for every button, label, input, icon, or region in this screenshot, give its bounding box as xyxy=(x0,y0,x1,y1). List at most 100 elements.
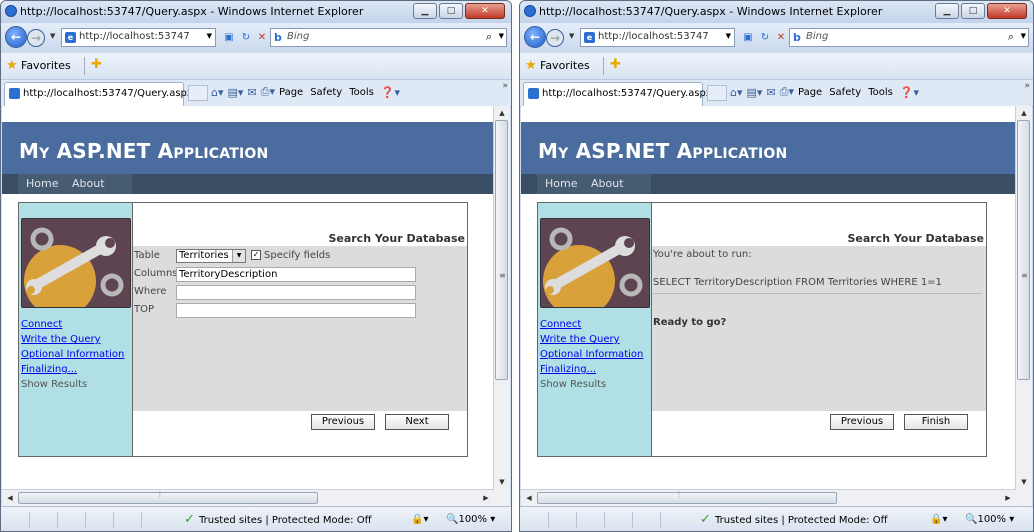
home-icon[interactable]: ⌂▾ xyxy=(730,86,743,99)
horizontal-scrollbar[interactable]: ◀ ⦙ ▶ xyxy=(521,489,1016,507)
page-menu[interactable]: Page xyxy=(798,87,822,98)
close-button[interactable]: ✕ xyxy=(465,3,505,19)
page-menu[interactable]: Page xyxy=(279,87,303,98)
zoom-level[interactable]: 🔍100% ▾ xyxy=(965,514,1014,525)
security-lock-icon[interactable]: 🔒▾ xyxy=(930,514,947,525)
scroll-up-icon[interactable]: ▲ xyxy=(1016,106,1032,120)
search-dropdown-icon[interactable]: ▼ xyxy=(499,32,504,40)
vertical-scroll-thumb[interactable]: ≡ xyxy=(495,120,508,380)
step-finalizing[interactable]: Finalizing... xyxy=(21,364,77,375)
print-icon[interactable]: ⎙▾ xyxy=(780,85,794,99)
step-optional-info[interactable]: Optional Information xyxy=(21,349,124,360)
finish-button[interactable]: Finish xyxy=(904,414,968,430)
tools-menu[interactable]: Tools xyxy=(868,87,893,98)
zoom-level[interactable]: 🔍100% ▾ xyxy=(446,514,495,525)
chevron-right-icon[interactable]: » xyxy=(502,81,508,91)
step-optional-info[interactable]: Optional Information xyxy=(540,349,643,360)
feeds-icon[interactable]: ▤▾ xyxy=(228,86,244,99)
compatibility-icon[interactable]: ▣ xyxy=(220,29,238,47)
forward-button[interactable]: → xyxy=(27,29,45,47)
next-button[interactable]: Next xyxy=(385,414,449,430)
menu-home[interactable]: Home xyxy=(545,177,577,190)
columns-input[interactable]: TerritoryDescription xyxy=(176,267,416,282)
scroll-left-icon[interactable]: ◀ xyxy=(521,490,537,507)
scroll-down-icon[interactable]: ▼ xyxy=(1016,475,1032,489)
security-lock-icon[interactable]: 🔒▾ xyxy=(411,514,428,525)
horizontal-scroll-thumb[interactable]: ⦙ xyxy=(537,490,837,504)
scroll-down-icon[interactable]: ▼ xyxy=(494,475,510,489)
tab-current[interactable]: http://localhost:53747/Query.aspx xyxy=(4,82,193,106)
mail-icon[interactable]: ✉ xyxy=(766,86,775,99)
address-text[interactable]: http://localhost:53747 xyxy=(79,31,190,42)
stop-icon[interactable]: ✕ xyxy=(253,29,271,47)
stop-icon[interactable]: ✕ xyxy=(772,29,790,47)
where-input[interactable] xyxy=(176,285,416,300)
safety-menu[interactable]: Safety xyxy=(829,87,861,98)
vertical-scrollbar[interactable]: ▲ ≡ ▼ xyxy=(493,106,510,489)
step-connect[interactable]: Connect xyxy=(540,319,581,330)
add-favorites-icon[interactable]: ✚ xyxy=(91,57,102,72)
safety-menu[interactable]: Safety xyxy=(310,87,342,98)
minimize-button[interactable]: ▁ xyxy=(413,3,437,19)
top-input[interactable] xyxy=(176,303,416,318)
menu-home[interactable]: Home xyxy=(26,177,58,190)
new-tab-button[interactable] xyxy=(707,85,727,101)
table-select[interactable]: Territories ▼ xyxy=(176,249,246,263)
search-icon[interactable]: ⌕ xyxy=(486,30,492,44)
home-icon[interactable]: ⌂▾ xyxy=(211,86,224,99)
scroll-right-icon[interactable]: ▶ xyxy=(478,490,494,507)
address-bar[interactable]: e http://localhost:53747 ▼ xyxy=(61,28,216,47)
close-button[interactable]: ✕ xyxy=(987,3,1027,19)
history-dropdown-icon[interactable]: ▼ xyxy=(50,32,55,40)
new-tab-button[interactable] xyxy=(188,85,208,101)
favorites-button[interactable]: Favorites xyxy=(21,59,71,72)
back-button[interactable]: ← xyxy=(5,26,27,48)
feeds-icon[interactable]: ▤▾ xyxy=(747,86,763,99)
search-box[interactable]: b Bing ⌕ ▼ xyxy=(270,28,507,47)
horizontal-scrollbar[interactable]: ◀ ⦙ ▶ xyxy=(2,489,494,507)
favorites-star-icon[interactable]: ★ xyxy=(6,58,18,73)
address-dropdown-icon[interactable]: ▼ xyxy=(207,32,212,40)
history-dropdown-icon[interactable]: ▼ xyxy=(569,32,574,40)
status-zone-text[interactable]: Trusted sites | Protected Mode: Off xyxy=(715,515,888,526)
scroll-up-icon[interactable]: ▲ xyxy=(494,106,510,120)
maximize-button[interactable]: □ xyxy=(961,3,985,19)
scroll-left-icon[interactable]: ◀ xyxy=(2,490,18,507)
menu-about[interactable]: About xyxy=(591,177,624,190)
scroll-right-icon[interactable]: ▶ xyxy=(1000,490,1016,507)
favorites-button[interactable]: Favorites xyxy=(540,59,590,72)
minimize-button[interactable]: ▁ xyxy=(935,3,959,19)
forward-button[interactable]: → xyxy=(546,29,564,47)
address-dropdown-icon[interactable]: ▼ xyxy=(726,32,731,40)
status-zone-text[interactable]: Trusted sites | Protected Mode: Off xyxy=(199,515,372,526)
favorites-star-icon[interactable]: ★ xyxy=(525,58,537,73)
search-dropdown-icon[interactable]: ▼ xyxy=(1021,32,1026,40)
help-icon[interactable]: ❓▾ xyxy=(900,86,919,99)
tab-current[interactable]: http://localhost:53747/Query.aspx xyxy=(523,82,712,106)
step-finalizing[interactable]: Finalizing... xyxy=(540,364,596,375)
compatibility-icon[interactable]: ▣ xyxy=(739,29,757,47)
step-write-query[interactable]: Write the Query xyxy=(21,334,101,345)
tools-menu[interactable]: Tools xyxy=(349,87,374,98)
back-button[interactable]: ← xyxy=(524,26,546,48)
chevron-right-icon[interactable]: » xyxy=(1024,81,1030,91)
search-box[interactable]: b Bing ⌕ ▼ xyxy=(789,28,1029,47)
address-bar[interactable]: e http://localhost:53747 ▼ xyxy=(580,28,735,47)
previous-button[interactable]: Previous xyxy=(830,414,894,430)
print-icon[interactable]: ⎙▾ xyxy=(261,85,275,99)
specify-fields-checkbox[interactable]: ✓ xyxy=(251,250,261,260)
chevron-down-icon[interactable]: ▼ xyxy=(232,250,245,262)
menu-about[interactable]: About xyxy=(72,177,105,190)
add-favorites-icon[interactable]: ✚ xyxy=(610,57,621,72)
help-icon[interactable]: ❓▾ xyxy=(381,86,400,99)
step-write-query[interactable]: Write the Query xyxy=(540,334,620,345)
previous-button[interactable]: Previous xyxy=(311,414,375,430)
mail-icon[interactable]: ✉ xyxy=(247,86,256,99)
vertical-scroll-thumb[interactable]: ≡ xyxy=(1017,120,1030,380)
step-connect[interactable]: Connect xyxy=(21,319,62,330)
address-text[interactable]: http://localhost:53747 xyxy=(598,31,709,42)
maximize-button[interactable]: □ xyxy=(439,3,463,19)
horizontal-scroll-thumb[interactable]: ⦙ xyxy=(18,490,318,504)
vertical-scrollbar[interactable]: ▲ ≡ ▼ xyxy=(1015,106,1032,489)
search-icon[interactable]: ⌕ xyxy=(1008,30,1014,44)
